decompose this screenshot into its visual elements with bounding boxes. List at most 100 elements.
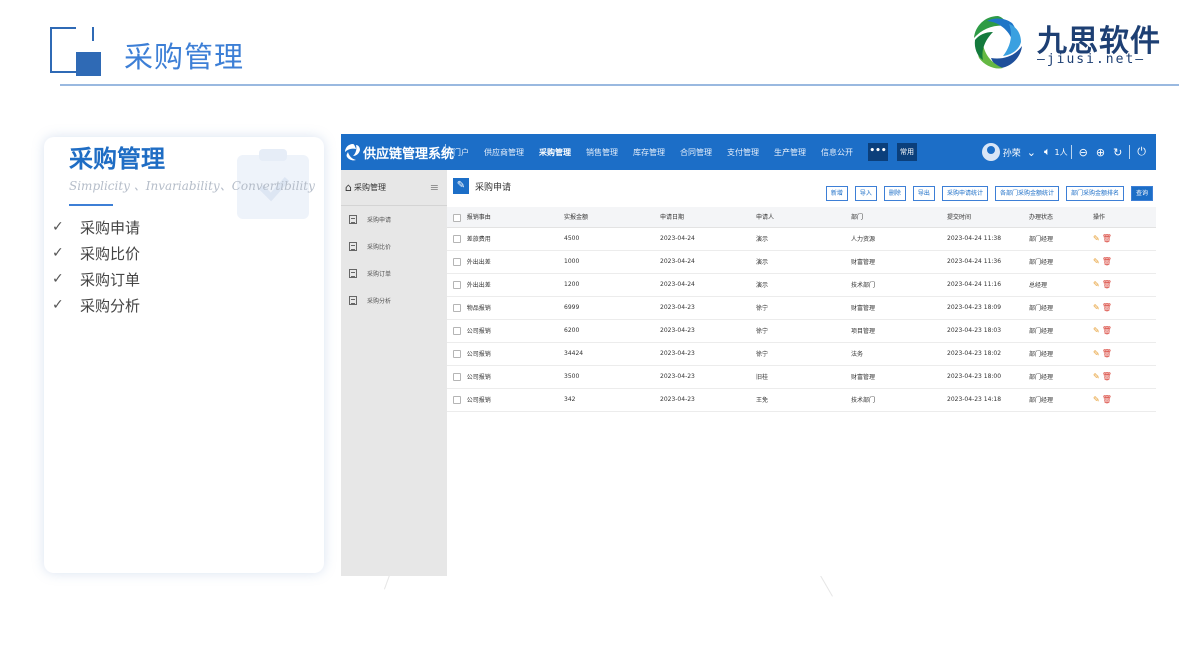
chevron-down-icon[interactable]: ⌄ — [1027, 146, 1036, 159]
doc-icon — [349, 242, 357, 251]
delete-icon[interactable]: 🗑︎ — [1102, 234, 1112, 243]
row-checkbox[interactable] — [453, 281, 461, 290]
row-checkbox[interactable] — [453, 327, 461, 336]
column-header[interactable]: 申请日期 — [660, 207, 756, 228]
sidebar-item-apply[interactable]: 采购申请 — [341, 206, 447, 233]
main-panel: ✎ 采购申请 新增 导入 删除 导出 采购申请统计 各部门采购金额统计 部门采购… — [447, 170, 1156, 576]
table-cell: 部门经理 — [1029, 227, 1085, 251]
nav-item-production[interactable]: 生产管理 — [774, 147, 806, 158]
delete-button[interactable]: 删除 — [883, 186, 906, 201]
forward-icon[interactable]: ⊕ — [1096, 146, 1105, 159]
table-row[interactable]: 物品报销 6999 2023-04-23 徐宁 财富管理 2023-04-23 18:09… — [447, 296, 1156, 320]
query-button[interactable]: 查询 — [1130, 186, 1153, 201]
nav-item-supplier[interactable]: 供应商管理 — [484, 147, 524, 158]
edit-icon[interactable]: ✎ — [1093, 257, 1100, 266]
app-window: 供应链管理系统 门户 供应商管理 采购管理 销售管理 库存管理 合同管理 支付管… — [341, 134, 1156, 576]
table-cell: 2023-04-23 — [660, 319, 756, 343]
check-icon: ✓ — [52, 297, 64, 313]
row-checkbox[interactable] — [453, 235, 461, 244]
delete-icon[interactable]: 🗑︎ — [1102, 280, 1112, 289]
edit-icon[interactable]: ✎ — [1093, 372, 1100, 381]
table-cell-actions: ✎ 🗑︎ — [1085, 388, 1156, 412]
row-checkbox[interactable] — [453, 350, 461, 359]
row-checkbox[interactable] — [453, 373, 461, 382]
column-header[interactable]: 操作 — [1085, 207, 1156, 228]
dept-ranking-button[interactable]: 部门采购金额排名 — [1065, 186, 1124, 201]
table-row[interactable]: 公司报销 6200 2023-04-23 徐宁 项目管理 2023-04-23 18:03… — [447, 319, 1156, 343]
table-cell: 总经理 — [1029, 273, 1085, 297]
nav-item-sales[interactable]: 销售管理 — [586, 147, 618, 158]
refresh-icon[interactable]: ↻ — [1113, 146, 1122, 159]
import-button[interactable]: 导入 — [854, 186, 877, 201]
nav-separator — [445, 144, 446, 160]
table-cell: 3500 — [564, 365, 660, 389]
sidebar-item-compare[interactable]: 采购比价 — [341, 233, 447, 260]
table-cell: 2023-04-24 11:36 — [947, 250, 1029, 274]
export-button[interactable]: 导出 — [912, 186, 935, 201]
table-cell: 徐宁 — [756, 296, 851, 320]
nav-item-info[interactable]: 信息公开 — [821, 147, 853, 158]
logo-url: jiusi.net — [1046, 52, 1136, 67]
delete-icon[interactable]: 🗑︎ — [1102, 372, 1112, 381]
stats-button[interactable]: 采购申请统计 — [941, 186, 988, 201]
table-row[interactable]: 差旅费用 4500 2023-04-24 演示 人力资源 2023-04-24 11:38… — [447, 227, 1156, 251]
table-cell: 财富管理 — [851, 250, 947, 274]
row-checkbox[interactable] — [453, 304, 461, 313]
delete-icon[interactable]: 🗑︎ — [1102, 303, 1112, 312]
sidebar-item-order[interactable]: 采购订单 — [341, 260, 447, 287]
table-cell: 徐宁 — [756, 319, 851, 343]
table-cell: 2023-04-23 — [660, 388, 756, 412]
menu-icon[interactable]: ≡ — [430, 181, 439, 194]
column-header[interactable]: 办理状态 — [1029, 207, 1085, 228]
delete-icon[interactable]: 🗑︎ — [1102, 326, 1112, 335]
table-cell: 2023-04-24 — [660, 273, 756, 297]
table-row[interactable]: 外出出差 1200 2023-04-24 演示 技术部门 2023-04-24 11:16… — [447, 273, 1156, 297]
select-all-checkbox[interactable] — [453, 213, 461, 222]
list-item-label: 采购比价 — [80, 244, 141, 263]
table-cell: 外出出差 — [447, 250, 564, 274]
slide: 采购管理 九思软件 —jiusi.net— 采购管理 Simplicity 、I… — [0, 0, 1179, 659]
delete-icon[interactable]: 🗑︎ — [1102, 395, 1112, 404]
table-row[interactable]: 外出出差 1000 2023-04-24 演示 财富管理 2023-04-24 11:36… — [447, 250, 1156, 274]
user-name[interactable]: 孙荣 — [1003, 146, 1021, 159]
sidebar-item-analysis[interactable]: 采购分析 — [341, 287, 447, 314]
row-checkbox[interactable] — [453, 396, 461, 405]
card-feature-list: ✓ 采购申请 ✓ 采购比价 ✓ 采购订单 ✓ 采购分析 — [52, 214, 140, 318]
column-header[interactable]: 申请人 — [756, 207, 851, 228]
table-cell: 公司报销 — [447, 319, 564, 343]
nav-item-contract[interactable]: 合同管理 — [680, 147, 712, 158]
delete-icon[interactable]: 🗑︎ — [1102, 349, 1112, 358]
dept-amount-stats-button[interactable]: 各部门采购金额统计 — [994, 186, 1059, 201]
column-header[interactable]: 实报金额 — [564, 207, 660, 228]
add-button[interactable]: 新增 — [825, 186, 848, 201]
table-cell: 2023-04-23 18:03 — [947, 319, 1029, 343]
row-actions: ✎ 🗑︎ — [1093, 234, 1112, 243]
edit-icon[interactable]: ✎ — [1093, 234, 1100, 243]
nav-item-inventory[interactable]: 库存管理 — [633, 147, 665, 158]
common-button[interactable]: 常用 — [897, 143, 917, 161]
home-icon[interactable]: ⌂ — [345, 181, 352, 194]
table-cell: 部门经理 — [1029, 250, 1085, 274]
avatar[interactable] — [981, 143, 1000, 161]
back-icon[interactable]: ⊖ — [1079, 146, 1088, 159]
edit-icon[interactable]: ✎ — [1093, 349, 1100, 358]
nav-item-portal[interactable]: 门户 — [453, 147, 469, 158]
more-button[interactable]: ••• — [868, 143, 888, 161]
edit-icon[interactable]: ✎ — [1093, 280, 1100, 289]
row-checkbox[interactable] — [453, 258, 461, 267]
speaker-icon[interactable]: 🔈︎ — [1044, 145, 1051, 159]
delete-icon[interactable]: 🗑︎ — [1102, 257, 1112, 266]
column-header[interactable]: 报销事由 — [447, 207, 564, 228]
edit-icon[interactable]: ✎ — [1093, 395, 1100, 404]
column-header[interactable]: 提交时间 — [947, 207, 1029, 228]
power-icon[interactable]: ⏻ — [1137, 145, 1146, 159]
table-row[interactable]: 公司报销 342 2023-04-23 王免 技术部门 2023-04-23 14:18 部… — [447, 388, 1156, 412]
edit-icon[interactable]: ✎ — [1093, 326, 1100, 335]
column-header[interactable]: 部门 — [851, 207, 947, 228]
table-row[interactable]: 公司报销 3500 2023-04-23 旧桂 财富管理 2023-04-23 18:00… — [447, 365, 1156, 389]
edit-icon[interactable]: ✎ — [1093, 303, 1100, 312]
table-row[interactable]: 公司报销 34424 2023-04-23 徐宁 法务 2023-04-23 18:02 部… — [447, 342, 1156, 366]
nav-item-purchase[interactable]: 采购管理 — [539, 147, 571, 158]
table-cell: 演示 — [756, 273, 851, 297]
nav-item-payment[interactable]: 支付管理 — [727, 147, 759, 158]
